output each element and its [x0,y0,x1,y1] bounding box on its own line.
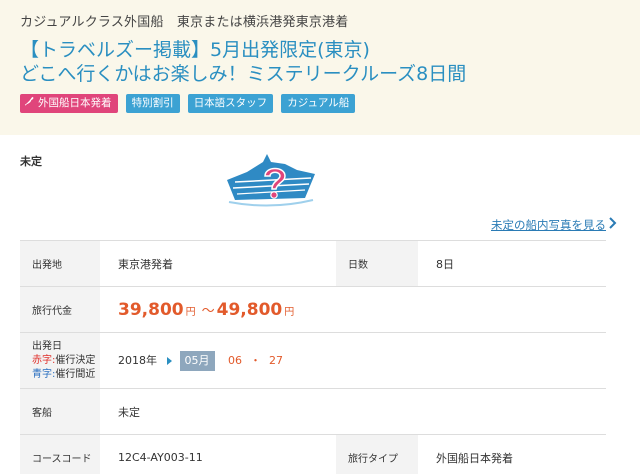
departure-day-27[interactable]: 27 [269,354,283,367]
departure-dates: 2018年 05月 06 ・ 27 [100,332,606,389]
yen-unit: 円 [185,306,196,318]
days-value: 8日 [418,240,606,287]
blue-note-text: 催行間近 [55,368,96,380]
days-label: 日数 [336,240,418,287]
ship-label: 客船 [20,388,100,435]
blue-note: 青字: [32,368,56,380]
tour-type-value: 外国船日本発着 [418,434,606,474]
yen-unit: 円 [284,306,295,318]
tour-title-line2: どこへ行くかはお楽しみ！ミステリークルーズ8日間 [20,63,467,85]
price-label: 旅行代金 [20,286,100,333]
table-row: 出発地 東京港発着 日数 8日 [20,240,606,287]
date-separator: ・ [250,353,261,367]
departure-month: 05月 [179,350,215,371]
departure-label: 出発地 [20,240,100,287]
departure-value: 東京港発着 [100,240,336,287]
tour-details-table: 出発地 東京港発着 日数 8日 旅行代金 39,800 円～ 49,800 円 出発日… [20,240,606,474]
play-arrow-icon [167,356,172,365]
date-label: 出発日 [32,340,62,352]
departure-day-06[interactable]: 06 [228,354,242,367]
mystery-ship-icon [227,154,315,207]
ship-photos-link[interactable]: 未定の船内写真を見る [491,217,606,233]
table-row: 客船 未定 [20,388,606,435]
red-note: 赤字: [32,354,56,366]
tag-special-discount: 特別割引 [125,94,180,113]
ship-name-label: 未定 [20,155,42,168]
tour-type-label: 旅行タイプ [336,434,418,474]
departure-date-label: 出発日 赤字:催行決定 青字:催行間近 [20,332,100,389]
price-value: 39,800 円～ 49,800 円 [100,286,606,333]
tour-title-line1: 【トラベルズー掲載】5月出発限定(東京) [20,39,370,61]
chevron-right-icon[interactable] [608,216,618,230]
table-row: 旅行代金 39,800 円～ 49,800 円 [20,286,606,333]
tag-japanese-staff: 日本語スタッフ [187,94,274,113]
date-legend-red: 赤字:催行決定 [32,354,100,368]
departure-year: 2018年 [118,353,157,367]
table-row: コースコード 12C4-AY003-11 旅行タイプ 外国船日本発着 [20,434,606,474]
tag-casual-ship: カジュアル船 [281,94,356,113]
course-code-label: コースコード [20,434,100,474]
ship-value: 未定 [100,388,606,435]
course-code-value: 12C4-AY003-11 [100,434,336,474]
date-legend-blue: 青字:催行間近 [32,368,100,382]
tag-label: 外国船日本発着 [38,97,112,109]
red-note-text: 催行決定 [55,354,96,366]
table-row: 出発日 赤字:催行決定 青字:催行間近 2018年 05月 06 ・ 27 [20,332,606,389]
tour-title: 【トラベルズー掲載】5月出発限定(東京) どこへ行くかはお楽しみ！ミステリークル… [20,38,466,86]
tag-list: 外国船日本発着 特別割引 日本語スタッフ カジュアル船 [20,94,358,113]
japan-map-icon [24,96,34,106]
tour-subtitle: カジュアルクラス外国船 東京または横浜港発東京港着 [20,15,349,30]
price-range-tilde: ～ [201,303,215,319]
price-min: 39,800 [118,299,184,320]
tour-header: カジュアルクラス外国船 東京または横浜港発東京港着 【トラベルズー掲載】5月出発… [0,0,640,135]
price-max: 49,800 [216,299,283,320]
tag-foreign-ship-japan: 外国船日本発着 [20,94,118,113]
